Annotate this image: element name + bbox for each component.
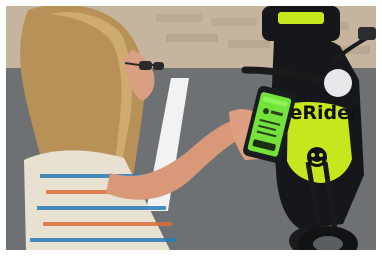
headlight <box>324 69 352 97</box>
mirror <box>358 27 376 40</box>
photo-frame: BeRider <box>6 6 376 250</box>
top-case-stripe <box>278 12 324 24</box>
berider-logo <box>307 147 327 167</box>
street-scene: BeRider <box>6 6 376 250</box>
